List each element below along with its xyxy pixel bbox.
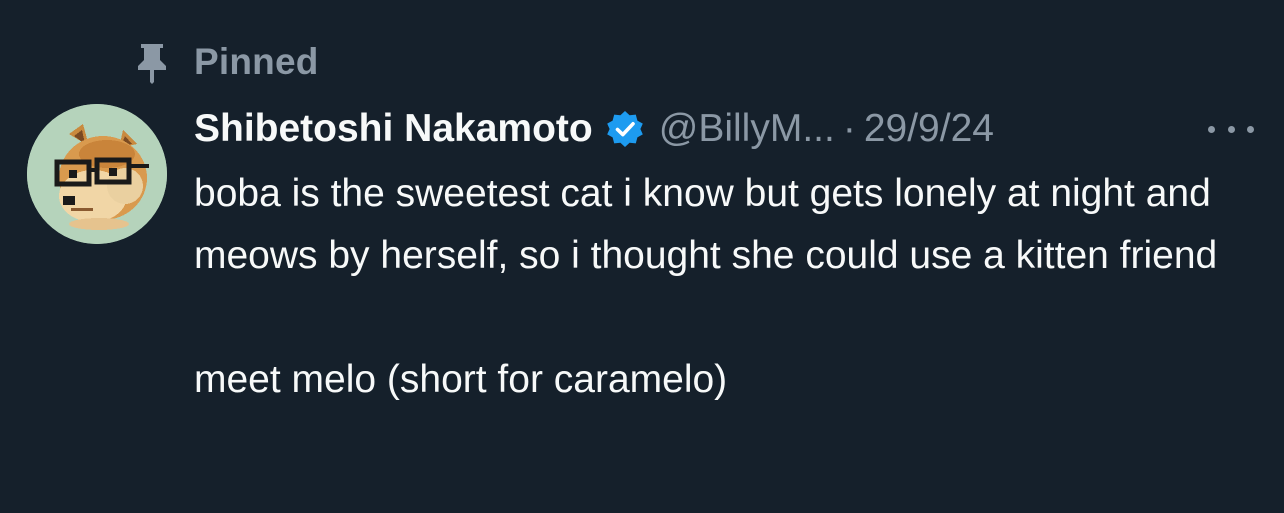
tweet-text: boba is the sweetest cat i know but gets…: [194, 163, 1274, 411]
more-dot: [1247, 125, 1254, 133]
pin-icon: [134, 40, 170, 84]
avatar[interactable]: [27, 104, 167, 244]
doge-glasses-avatar-icon: [27, 104, 167, 244]
more-dot: [1208, 125, 1215, 133]
tweet-header: Shibetoshi Nakamoto @BillyM... · 29/9/24: [194, 104, 994, 154]
pinned-tweet[interactable]: Pinned Shibetoshi Nakamoto @BillyM... · …: [0, 0, 1284, 513]
tweet-date[interactable]: 29/9/24: [864, 107, 994, 151]
verified-badge-icon[interactable]: [605, 109, 645, 149]
author-handle[interactable]: @BillyM...: [659, 107, 835, 151]
more-dot: [1227, 125, 1235, 133]
tweet-paragraph: boba is the sweetest cat i know but gets…: [194, 172, 1218, 277]
pinned-indicator: Pinned: [134, 40, 319, 84]
display-name[interactable]: Shibetoshi Nakamoto: [194, 107, 593, 151]
tweet-paragraph: meet melo (short for caramelo): [194, 358, 728, 401]
separator-dot: ·: [842, 107, 856, 150]
more-options-icon[interactable]: [1208, 112, 1254, 146]
pinned-label: Pinned: [194, 41, 319, 82]
